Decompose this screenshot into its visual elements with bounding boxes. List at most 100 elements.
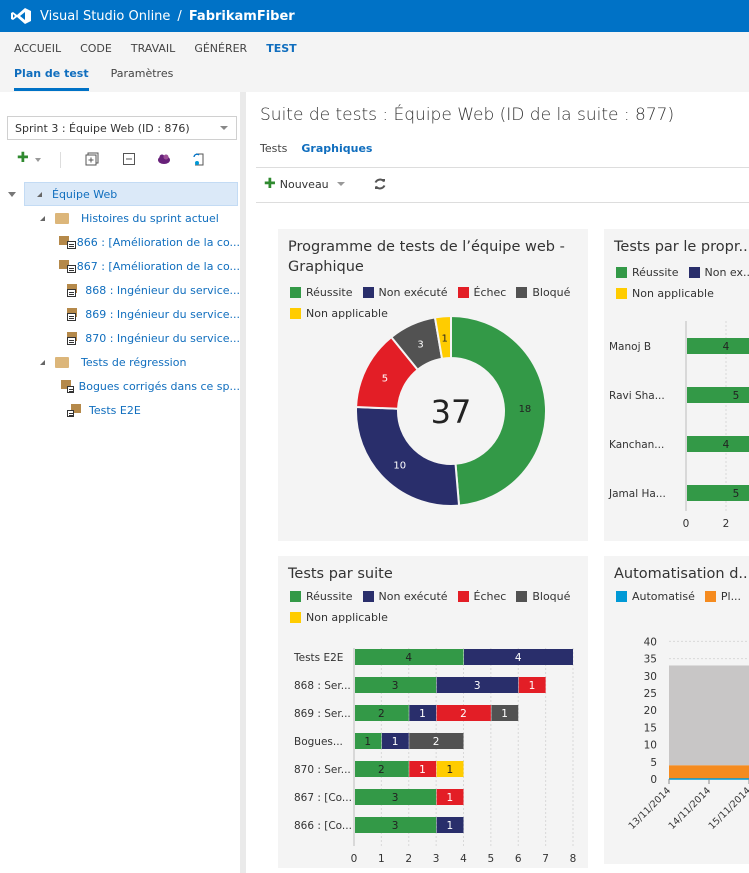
x-tick-label: 2: [723, 518, 730, 530]
tree-row-folder[interactable]: Tests de régression: [0, 350, 240, 374]
chart-card-test-plan[interactable]: Programme de tests de l’équipe web - Gra…: [278, 229, 588, 541]
chart-card-tests-by-suite[interactable]: Tests par suite Réussite Non exécuté Échec…: [278, 556, 588, 868]
folder-icon: [55, 212, 69, 224]
tree-row-folder[interactable]: Histoires du sprint actuel: [0, 206, 240, 230]
tree-row-requirement[interactable]: 870 : Ingénieur du service...: [0, 326, 240, 350]
nav-travail[interactable]: TRAVAIL: [131, 42, 175, 55]
tree-node-label: 866 : [Amélioration de la co...: [76, 235, 240, 249]
test-plan-selector[interactable]: Sprint 3 : Équipe Web (ID : 876): [7, 116, 237, 140]
y-tick-label: 5: [650, 757, 657, 769]
bar-value-label: 1: [446, 764, 453, 776]
requirement-suite-icon: [58, 235, 76, 249]
expand-triangle-icon[interactable]: [37, 191, 42, 197]
area-band: [669, 665, 749, 766]
bar-value-label: 1: [392, 736, 399, 748]
tree-node-label: Tests E2E: [89, 403, 141, 417]
top-bar: Visual Studio Online / FabrikamFiber: [0, 0, 749, 32]
chart-card-automation[interactable]: Automatisation d... Automatisé Pl... 0 5 10…: [604, 556, 749, 864]
tree-row-requirement[interactable]: 869 : Ingénieur du service...: [0, 302, 240, 326]
y-tick-label: 0: [650, 774, 657, 786]
x-tick-label: 5: [488, 853, 495, 865]
slice-label: 1: [442, 333, 448, 344]
category-label: 869 : Ser...: [294, 708, 351, 720]
tree-node-selected[interactable]: Équipe Web: [24, 182, 238, 206]
slice-label: 3: [417, 340, 423, 351]
refresh-icon[interactable]: [373, 177, 387, 191]
nav-accueil[interactable]: ACCUEIL: [14, 42, 61, 55]
tree-row-requirement[interactable]: 867 : [Amélioration de la co...: [0, 254, 240, 278]
x-tick-label: 2: [405, 853, 412, 865]
project-name[interactable]: FabrikamFiber: [189, 9, 295, 24]
bar-value-label: 4: [723, 341, 730, 353]
visual-studio-logo-icon[interactable]: [11, 8, 31, 24]
x-tick-label: 3: [433, 853, 440, 865]
folder-icon: [55, 356, 69, 368]
area-band: [669, 765, 749, 779]
test-plan-pane: Sprint 3 : Équipe Web (ID : 876) ✚ Équip…: [0, 92, 240, 873]
donut-chart: 18 10 5 3 1 37: [355, 314, 547, 507]
new-plus-icon[interactable]: ✚: [17, 150, 29, 166]
tree-toolbar: ✚: [17, 150, 237, 170]
divider: [256, 167, 749, 168]
chart-card-tests-by-owner[interactable]: Tests par le propr... Réussite Non ex... N…: [604, 229, 749, 541]
new-chart-button[interactable]: Nouveau: [280, 178, 329, 191]
tree-node-label: 867 : [Amélioration de la co...: [76, 259, 240, 273]
category-label: Tests E2E: [293, 652, 343, 664]
tree-row-query[interactable]: Bogues corrigés dans ce sp...: [0, 374, 240, 398]
category-label: Bogues...: [294, 736, 343, 748]
bar-value-label: 5: [733, 390, 740, 402]
slice-label: 18: [519, 404, 532, 415]
expand-triangle-icon[interactable]: [40, 215, 45, 221]
requirement-suite-icon: [58, 259, 76, 273]
tree-row-requirement[interactable]: 868 : Ingénieur du service...: [0, 278, 240, 302]
category-label: Ravi Sha...: [609, 390, 665, 402]
breadcrumb-separator: /: [177, 8, 182, 24]
new-dropdown-icon[interactable]: [35, 158, 41, 162]
tab-plan-de-test[interactable]: Plan de test: [14, 67, 89, 91]
expand-all-icon[interactable]: [85, 152, 99, 166]
slice-label: 5: [382, 374, 388, 385]
category-label: 870 : Ser...: [294, 764, 351, 776]
tree-row-query[interactable]: Tests E2E: [0, 398, 240, 422]
x-tick-label: 15/11/2014: [707, 785, 749, 832]
bar-value-label: 1: [446, 820, 453, 832]
tab-graphiques[interactable]: Graphiques: [301, 142, 372, 155]
expand-triangle-icon[interactable]: [40, 359, 45, 365]
chevron-down-icon: [220, 126, 228, 130]
requirement-suite-icon: [67, 331, 78, 345]
tab-parametres[interactable]: Paramètres: [111, 67, 174, 91]
y-tick-label: 25: [644, 688, 657, 700]
chevron-down-icon[interactable]: [336, 182, 345, 186]
bar-value-label: 3: [392, 820, 399, 832]
bar-value-label: 3: [392, 792, 399, 804]
page-title: Suite de tests : Équipe Web (ID de la su…: [260, 105, 675, 125]
tree-row-equipe-web[interactable]: Équipe Web: [0, 182, 240, 206]
nav-generer[interactable]: GÉNÉRER: [194, 42, 247, 55]
nav-test[interactable]: TEST: [266, 42, 296, 55]
assign-configuration-icon[interactable]: [192, 152, 206, 166]
toolbar-divider: [60, 152, 61, 168]
tree-node-label: 869 : Ingénieur du service...: [85, 307, 240, 321]
tree-collapse-icon[interactable]: [8, 192, 16, 197]
bar-value-label: 1: [446, 792, 453, 804]
tab-tests[interactable]: Tests: [260, 142, 287, 155]
nav-code[interactable]: CODE: [80, 42, 112, 55]
bar-value-label: 4: [515, 652, 522, 664]
bar-value-label: 3: [392, 680, 399, 692]
y-tick-label: 15: [644, 722, 657, 734]
team-icon[interactable]: [157, 152, 171, 166]
query-suite-icon: [60, 379, 74, 393]
suite-bar-chart: 0 1 2 3 4 5 6 7 8 Tests E2E 4 4 868 : Ser... 3 3 1 869 :…: [293, 648, 576, 865]
bar-segment: [687, 436, 749, 452]
content-tabs: Tests Graphiques: [260, 142, 386, 155]
app-name[interactable]: Visual Studio Online: [40, 9, 170, 24]
tree-node-label: 868 : Ingénieur du service...: [85, 283, 240, 297]
collapse-all-icon[interactable]: [122, 152, 136, 166]
tree-row-requirement[interactable]: 866 : [Amélioration de la co...: [0, 230, 240, 254]
charts-toolbar: ✚ Nouveau: [264, 176, 387, 192]
category-label: 868 : Ser...: [294, 680, 351, 692]
x-tick-label: 0: [351, 853, 358, 865]
donut-total: 37: [431, 393, 472, 431]
bar-value-label: 1: [529, 680, 536, 692]
bar-segment: [687, 485, 749, 501]
